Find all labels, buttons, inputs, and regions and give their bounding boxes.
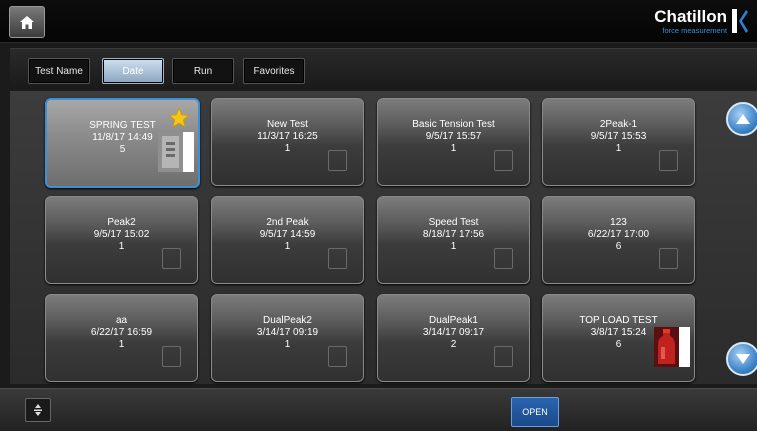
test-card-new-test[interactable]: New Test 11/3/17 16:25 1 (211, 98, 364, 186)
test-name: 123 (610, 217, 627, 228)
test-grid: SPRING TEST 11/8/17 14:49 5 New Test 11/… (10, 91, 757, 384)
test-card-aa[interactable]: aa 6/22/17 16:59 1 (45, 294, 198, 382)
test-name: aa (115, 315, 128, 326)
sort-direction-icon (34, 404, 42, 416)
bottom-bar: OPEN (0, 388, 757, 431)
sort-direction-button[interactable] (25, 398, 51, 422)
test-card-speed-test[interactable]: Speed Test 8/18/17 17:56 1 (377, 196, 530, 284)
test-card-dualpeak1[interactable]: DualPeak1 3/14/17 09:17 2 (377, 294, 530, 382)
scroll-up-button[interactable] (726, 102, 757, 136)
favorite-checkbox[interactable] (328, 248, 347, 269)
test-date: 9/5/17 15:57 (425, 131, 482, 142)
test-name: Peak2 (107, 217, 136, 228)
test-name: New Test (267, 119, 308, 130)
test-name: 2nd Peak (266, 217, 309, 228)
favorite-checkbox[interactable] (162, 248, 181, 269)
test-card-top-load-test[interactable]: TOP LOAD TEST 3/8/17 15:24 6 (542, 294, 695, 382)
test-date: 9/5/17 14:59 (259, 229, 316, 240)
favorite-checkbox[interactable] (659, 150, 678, 171)
spring-fixture-icon (158, 132, 183, 172)
test-date: 9/5/17 15:53 (590, 131, 647, 142)
favorite-checkbox[interactable] (494, 150, 513, 171)
down-arrow-icon (736, 354, 750, 364)
open-button[interactable]: OPEN (511, 397, 559, 427)
test-card-2peak-1[interactable]: 2Peak-1 9/5/17 15:53 1 (542, 98, 695, 186)
favorite-checkbox[interactable] (328, 150, 347, 171)
red-bottle-icon (654, 327, 679, 367)
favorite-star-icon[interactable] (168, 107, 190, 129)
favorite-checkbox[interactable] (494, 346, 513, 367)
test-card-dualpeak2[interactable]: DualPeak2 3/14/17 09:19 1 (211, 294, 364, 382)
test-thumbnail (158, 132, 194, 172)
test-date: 3/14/17 09:19 (256, 327, 319, 338)
test-thumbnail (654, 327, 690, 367)
favorite-checkbox[interactable] (494, 248, 513, 269)
test-card-2nd-peak[interactable]: 2nd Peak 9/5/17 14:59 1 (211, 196, 364, 284)
test-name: DualPeak2 (263, 315, 312, 326)
sort-by-favorites-button[interactable]: Favorites (243, 58, 305, 84)
sort-by-run-button[interactable]: Run (172, 58, 234, 84)
test-date: 3/14/17 09:17 (422, 327, 485, 338)
sort-by-name-button[interactable]: Test Name (28, 58, 90, 84)
brand-logo: Chatillon force measurement (654, 6, 749, 36)
up-arrow-icon (736, 114, 750, 124)
brand-tagline: force measurement (662, 25, 727, 35)
home-icon (20, 15, 34, 29)
sort-by-date-button[interactable]: Date (102, 58, 164, 84)
favorite-checkbox[interactable] (659, 248, 678, 269)
brand-name: Chatillon (654, 6, 727, 26)
test-date: 6/22/17 16:59 (90, 327, 153, 338)
test-card-spring-test[interactable]: SPRING TEST 11/8/17 14:49 5 (45, 98, 200, 188)
home-button[interactable] (9, 6, 45, 38)
test-name: DualPeak1 (429, 315, 478, 326)
favorite-checkbox[interactable] (162, 346, 181, 367)
brand-mark-icon (732, 9, 748, 33)
test-name: TOP LOAD TEST (579, 315, 658, 326)
sort-bar: Test Name Date Run Favorites (10, 48, 757, 89)
test-card-basic-tension-test[interactable]: Basic Tension Test 9/5/17 15:57 1 (377, 98, 530, 186)
test-card-peak2[interactable]: Peak2 9/5/17 15:02 1 (45, 196, 198, 284)
test-name: Basic Tension Test (412, 119, 495, 130)
scroll-down-button[interactable] (726, 342, 757, 376)
test-date: 11/3/17 16:25 (257, 131, 318, 142)
test-date: 9/5/17 15:02 (93, 229, 150, 240)
test-card-123[interactable]: 123 6/22/17 17:00 6 (542, 196, 695, 284)
test-date: 6/22/17 17:00 (587, 229, 650, 240)
test-date: 8/18/17 17:56 (422, 229, 485, 240)
test-name: Speed Test (428, 217, 479, 228)
favorite-checkbox[interactable] (328, 346, 347, 367)
test-name: 2Peak-1 (599, 119, 638, 130)
top-bar: Chatillon force measurement (0, 0, 757, 43)
